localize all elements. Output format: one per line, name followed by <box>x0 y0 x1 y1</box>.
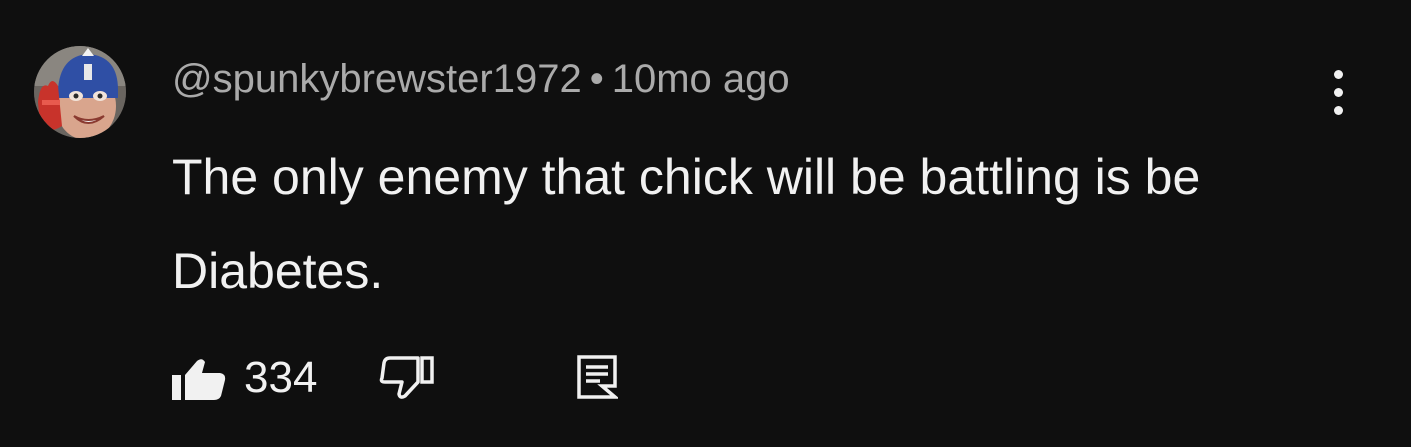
more-vert-icon-dot <box>1334 106 1343 115</box>
comment-timestamp[interactable]: 10mo ago <box>612 57 790 101</box>
reply-comment-icon <box>577 355 618 399</box>
reply-button[interactable] <box>572 348 622 408</box>
avatar[interactable] <box>34 46 126 138</box>
thumbs-down-icon <box>379 356 434 399</box>
comment-text: The only enemy that chick will be battli… <box>172 149 1201 299</box>
thumbs-up-icon <box>172 359 226 400</box>
like-count: 334 <box>244 353 318 402</box>
captain-america-avatar-icon <box>34 46 126 138</box>
comment-header: @spunkybrewster1972 • 10mo ago <box>172 56 790 102</box>
more-vert-icon <box>1334 70 1343 79</box>
author-name[interactable]: @spunkybrewster1972 <box>172 57 582 101</box>
more-options-button[interactable] <box>1318 64 1358 120</box>
dislike-button[interactable] <box>378 348 438 408</box>
more-vert-icon-dot <box>1334 88 1343 97</box>
like-button[interactable]: 334 <box>168 348 343 408</box>
meta-separator: • <box>589 57 604 101</box>
comment: @spunkybrewster1972 • 10mo ago The only en… <box>0 0 1411 447</box>
